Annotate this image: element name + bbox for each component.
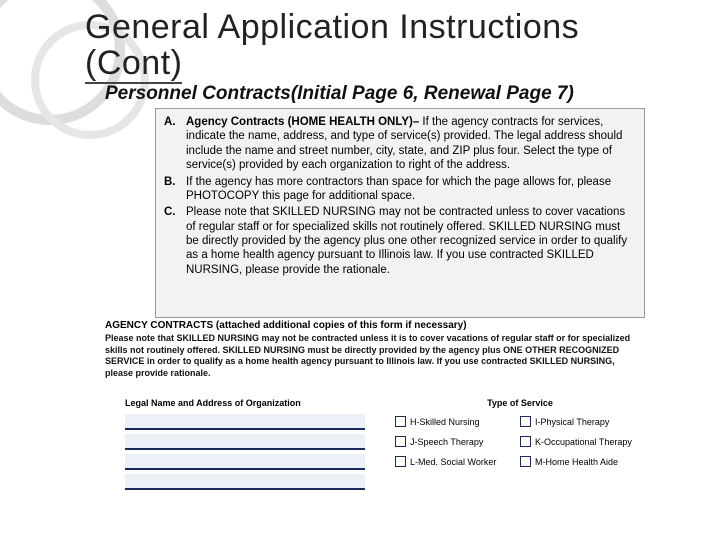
label-legal-name: Legal Name and Address of Organization	[105, 398, 395, 408]
checkbox-icon	[520, 456, 531, 467]
service-checkboxes: H-Skilled Nursing I-Physical Therapy J-S…	[365, 414, 645, 494]
item-body: Please note that SKILLED NURSING may not…	[186, 205, 636, 277]
form-grid: H-Skilled Nursing I-Physical Therapy J-S…	[105, 414, 645, 494]
form-column-labels: Legal Name and Address of Organization T…	[105, 398, 645, 408]
page-title: General Application Instructions (Cont)	[85, 10, 579, 84]
form-preview: AGENCY CONTRACTS (attached additional co…	[105, 320, 645, 494]
checkbox-icon	[520, 416, 531, 427]
item-body: If the agency has more contractors than …	[186, 175, 636, 204]
form-header: AGENCY CONTRACTS (attached additional co…	[105, 320, 645, 331]
checkbox-icon	[395, 416, 406, 427]
address-line	[125, 454, 365, 470]
instruction-list: A. Agency Contracts (HOME HEALTH ONLY)– …	[164, 115, 636, 277]
instruction-item: C. Please note that SKILLED NURSING may …	[164, 205, 636, 277]
service-label: L-Med. Social Worker	[410, 457, 520, 467]
address-line	[125, 414, 365, 430]
item-marker: A.	[164, 115, 186, 173]
address-lines	[105, 414, 365, 494]
address-line	[125, 474, 365, 490]
item-marker: C.	[164, 205, 186, 277]
section-subtitle: Personnel Contracts(Initial Page 6, Rene…	[105, 83, 574, 105]
label-type-of-service: Type of Service	[395, 398, 645, 408]
form-note: Please note that SKILLED NURSING may not…	[105, 333, 645, 380]
service-label: K-Occupational Therapy	[535, 437, 645, 447]
item-text: Please note that SKILLED NURSING may not…	[186, 206, 627, 276]
service-label: M-Home Health Aide	[535, 457, 645, 467]
checkbox-icon	[395, 456, 406, 467]
service-row: L-Med. Social Worker M-Home Health Aide	[395, 454, 645, 470]
service-label: J-Speech Therapy	[410, 437, 520, 447]
address-line	[125, 434, 365, 450]
item-lead: Agency Contracts (HOME HEALTH ONLY)–	[186, 116, 419, 128]
service-label: I-Physical Therapy	[535, 417, 645, 427]
instruction-item: B. If the agency has more contractors th…	[164, 175, 636, 204]
instruction-item: A. Agency Contracts (HOME HEALTH ONLY)– …	[164, 115, 636, 173]
service-row: J-Speech Therapy K-Occupational Therapy	[395, 434, 645, 450]
title-line1: General Application Instructions	[85, 8, 579, 46]
title-line2: (Cont)	[85, 46, 182, 85]
item-text: If the agency has more contractors than …	[186, 176, 611, 202]
checkbox-icon	[395, 436, 406, 447]
item-body: Agency Contracts (HOME HEALTH ONLY)– If …	[186, 115, 636, 173]
slide: General Application Instructions (Cont) …	[0, 0, 720, 540]
service-label: H-Skilled Nursing	[410, 417, 520, 427]
service-row: H-Skilled Nursing I-Physical Therapy	[395, 414, 645, 430]
item-marker: B.	[164, 175, 186, 204]
fade-overlay	[156, 291, 644, 317]
instruction-box: A. Agency Contracts (HOME HEALTH ONLY)– …	[155, 108, 645, 318]
checkbox-icon	[520, 436, 531, 447]
